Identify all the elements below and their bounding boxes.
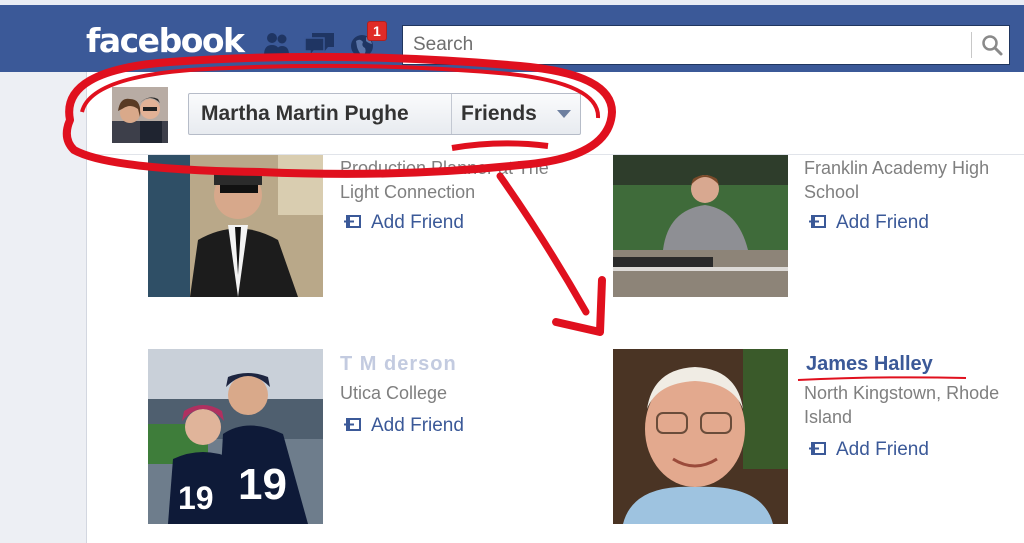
left-sidebar xyxy=(0,72,87,543)
friend-subtitle-1: Production Planner at The Light Connecti… xyxy=(340,156,550,204)
add-friend-button-4[interactable]: Add Friend xyxy=(806,438,929,462)
friends-status-label: Friends xyxy=(461,102,537,125)
add-friend-label: Add Friend xyxy=(371,415,464,436)
friends-status-button[interactable]: Friends xyxy=(452,94,580,134)
facebook-logo[interactable]: facebook xyxy=(86,21,245,60)
search-divider xyxy=(971,32,972,58)
friends-requests-icon[interactable] xyxy=(262,29,292,59)
friend-subtitle-2: Franklin Academy High School xyxy=(804,156,1014,204)
add-friend-label: Add Friend xyxy=(836,439,929,460)
search-input[interactable] xyxy=(403,26,968,64)
subtitle-line: School xyxy=(804,182,860,202)
add-friend-label: Add Friend xyxy=(371,212,464,233)
search-icon xyxy=(982,35,1003,56)
friend-photo-2[interactable] xyxy=(613,155,788,297)
add-friend-button-1[interactable]: Add Friend xyxy=(341,211,464,235)
profile-name[interactable]: Martha Martin Pughe xyxy=(201,94,409,134)
friend-subtitle-4: North Kingstown, Rhode Island xyxy=(804,381,1014,429)
top-navigation-bar: facebook 1 xyxy=(0,0,1024,72)
notification-badge: 1 xyxy=(367,21,387,41)
subtitle-line: Franklin Academy High xyxy=(804,158,990,178)
add-friend-icon xyxy=(809,215,826,228)
friend-subtitle-3: Utica College xyxy=(340,381,550,405)
subtitle-line: Utica College xyxy=(340,383,448,403)
search-box xyxy=(402,25,1010,65)
friend-photo-3[interactable]: 19 19 xyxy=(148,349,323,524)
search-button[interactable] xyxy=(975,28,1009,62)
subtitle-line: Island xyxy=(804,407,853,427)
add-friend-icon xyxy=(809,442,826,455)
messages-icon[interactable] xyxy=(302,29,338,59)
add-friend-button-3[interactable]: Add Friend xyxy=(341,414,464,438)
add-friend-button-2[interactable]: Add Friend xyxy=(806,211,929,235)
friend-name-3[interactable]: T M derson xyxy=(340,353,457,376)
add-friend-label: Add Friend xyxy=(836,212,929,233)
annotation-arrow-head xyxy=(552,276,606,336)
svg-text:19: 19 xyxy=(238,460,287,509)
annotation-name-underline xyxy=(797,376,967,381)
friend-photo-1[interactable] xyxy=(148,155,323,297)
friend-name-4[interactable]: James Halley xyxy=(806,353,933,376)
svg-text:19: 19 xyxy=(178,480,214,516)
notifications-globe-icon[interactable]: 1 xyxy=(348,21,387,59)
profile-name-button-group: Martha Martin Pughe Friends xyxy=(188,93,581,135)
dropdown-arrow-icon xyxy=(557,110,571,118)
subtitle-line: Production Planner at The xyxy=(340,158,549,178)
add-friend-icon xyxy=(344,215,361,228)
subtitle-line: Light Connection xyxy=(340,182,476,202)
profile-picture[interactable] xyxy=(112,87,168,143)
add-friend-icon xyxy=(344,418,361,431)
subtitle-line: North Kingstown, Rhode xyxy=(804,383,1000,403)
friend-photo-4[interactable] xyxy=(613,349,788,524)
